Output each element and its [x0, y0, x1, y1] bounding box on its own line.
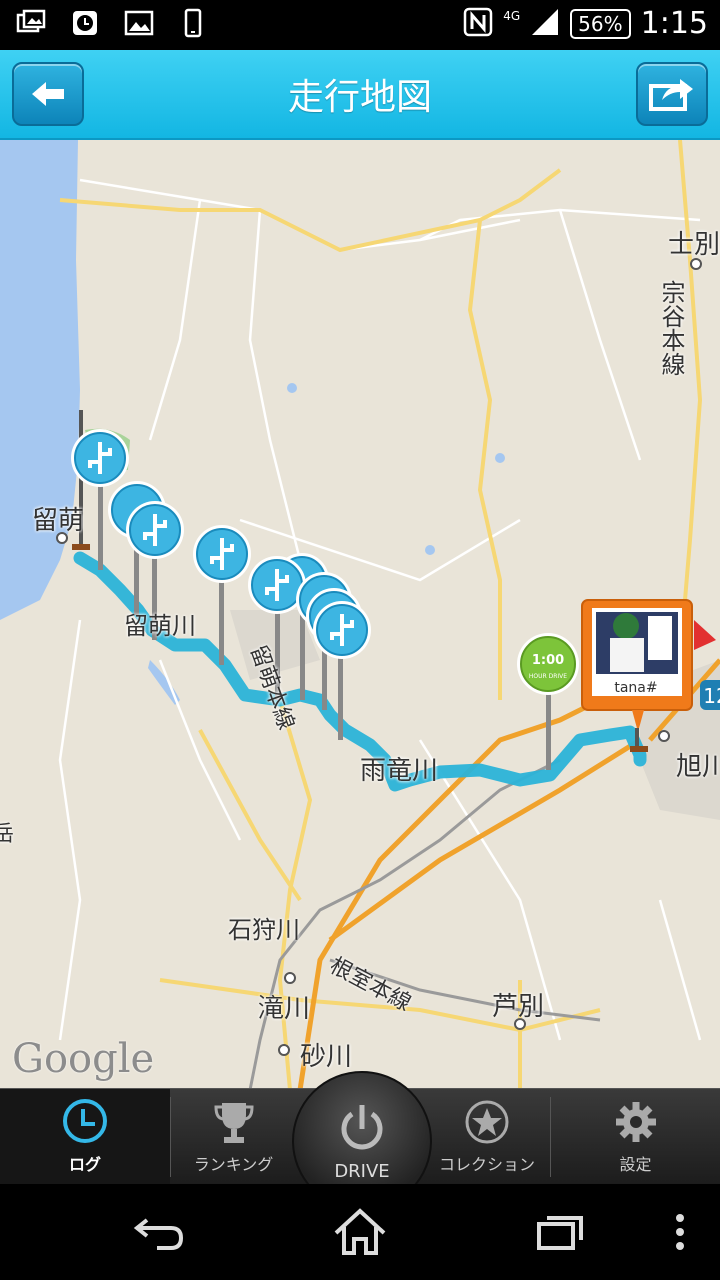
- home-icon: [334, 1208, 386, 1255]
- checkpoint-pin-icon: [71, 429, 129, 487]
- gear-icon: [615, 1102, 656, 1142]
- place-label-rumoi: 留萌: [32, 506, 85, 536]
- checkpoint-pin-icon: [193, 525, 251, 583]
- sea: [0, 140, 80, 620]
- place-label-ashibetsu: 芦別: [492, 992, 545, 1022]
- tab-collection[interactable]: コレクション: [424, 1089, 550, 1185]
- menu-icon: [676, 1214, 684, 1250]
- power-icon: [341, 1104, 383, 1149]
- share-icon: [649, 79, 693, 111]
- clock: 1:15: [640, 6, 708, 41]
- page-title: 走行地図: [287, 77, 432, 118]
- tab-settings[interactable]: 設定: [551, 1089, 720, 1185]
- nav-menu-button[interactable]: [652, 1204, 708, 1260]
- tab-label-ranking: ランキング: [193, 1155, 274, 1174]
- route-number: 12: [703, 684, 720, 708]
- clock-icon: [63, 1099, 107, 1143]
- checkpoint-pin-icon: [126, 501, 184, 559]
- mascot-head-icon: [613, 613, 639, 639]
- battery-icon: 56%: [570, 8, 631, 39]
- system-status: 4G 56% 1:15: [463, 6, 708, 41]
- river-label-uryu: 雨竜川: [360, 756, 439, 786]
- status-bar: 4G 56% 1:15: [0, 0, 720, 50]
- star-icon: [465, 1100, 509, 1144]
- mascot-body: [610, 638, 644, 672]
- nav-recents-button[interactable]: [530, 1204, 590, 1260]
- share-button[interactable]: [636, 62, 708, 126]
- place-label-edge: 岳: [0, 822, 15, 847]
- rail-label-soya: 宗谷本線: [657, 280, 685, 376]
- image-icon: [124, 8, 154, 38]
- town-dot-takikawa: [284, 972, 296, 984]
- start-flag-base: [72, 544, 90, 550]
- river-label-ishikari: 石狩川: [228, 916, 300, 944]
- place-label-asahikawa: 旭川: [676, 752, 720, 782]
- trophy-icon: [213, 1103, 254, 1143]
- app-header: 走行地図: [0, 50, 720, 140]
- map-canvas: 1:00 HOUR DRIVE 12 tana#: [0, 140, 720, 1090]
- network-type: 4G: [503, 8, 521, 23]
- google-logo: Google: [12, 1036, 155, 1082]
- hour-drive-badge: 1:00 HOUR DRIVE: [517, 633, 579, 695]
- badge-hours: 1:00: [532, 653, 564, 668]
- signal-icon: [530, 7, 560, 41]
- notification-icons: [16, 8, 208, 38]
- back-icon: [133, 1218, 184, 1250]
- river-label-rumoi: 留萌川: [124, 612, 196, 640]
- badge-caption: HOUR DRIVE: [529, 673, 567, 680]
- town-dot-asahikawa: [658, 730, 670, 742]
- system-nav-bar: [0, 1184, 720, 1280]
- phone-icon: [178, 8, 208, 38]
- recents-icon: [537, 1216, 583, 1250]
- tab-log[interactable]: ログ: [0, 1089, 170, 1185]
- drive-label: DRIVE: [334, 1160, 390, 1182]
- alarm-icon: [70, 8, 100, 38]
- tab-ranking[interactable]: ランキング: [171, 1089, 296, 1185]
- place-label-takikawa: 滝川: [258, 994, 311, 1024]
- bottom-tab-bar: ログ ランキング DRIVE コレクション 設定: [0, 1071, 720, 1211]
- nav-back-button[interactable]: [130, 1204, 190, 1260]
- goal-flag: [694, 620, 716, 650]
- town-dot-sunagawa: [278, 1044, 290, 1056]
- lake: [287, 383, 297, 393]
- place-label-sunagawa: 砂川: [300, 1042, 353, 1072]
- tab-label-settings: 設定: [619, 1155, 652, 1174]
- nav-home-button[interactable]: [330, 1204, 390, 1260]
- photos-icon: [16, 8, 46, 38]
- checkpoint-pin-icon: [313, 601, 371, 659]
- nfc-icon: [463, 7, 493, 41]
- avatar-name: tana#: [614, 680, 657, 696]
- tab-label-log: ログ: [68, 1155, 101, 1174]
- route-map[interactable]: 1:00 HOUR DRIVE 12 tana# 留萌 士別 宗谷本線 留萌川 …: [0, 140, 720, 1090]
- tab-label-collection: コレクション: [438, 1155, 535, 1174]
- lake: [425, 545, 435, 555]
- lake: [495, 453, 505, 463]
- place-label-shibetsu: 士別: [668, 230, 720, 260]
